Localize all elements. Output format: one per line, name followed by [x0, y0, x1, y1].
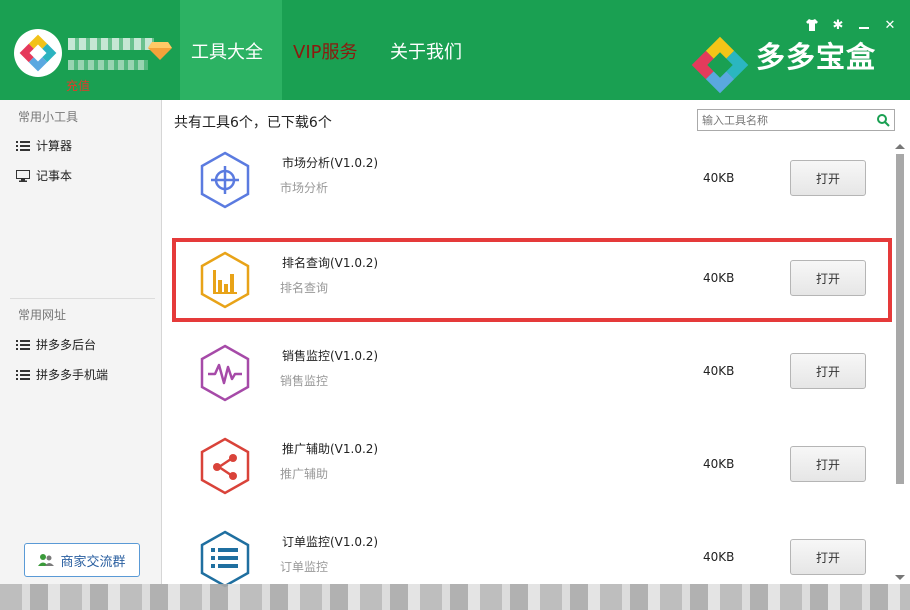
tool-size: 40KB	[703, 271, 735, 285]
tool-name: 订单监控(V1.0.2)	[282, 535, 379, 549]
monitor-icon	[16, 169, 30, 182]
tool-name: 推广辅助(V1.0.2)	[282, 442, 379, 456]
list-icon	[16, 369, 30, 380]
tool-desc: 推广辅助	[280, 467, 329, 481]
tab-tools[interactable]: 工具大全	[191, 38, 263, 64]
open-button[interactable]: 打开	[790, 539, 866, 575]
sidebar: 常用小工具 计算器 记事本 常用网址 拼多多后台 拼多多手机端 商家交流群	[0, 100, 162, 584]
search-input[interactable]	[702, 112, 872, 128]
app-window: 充值 工具大全 VIP服务 关于我们 ✱ ✕ 多多宝盒 常用小工具 计算器 记事…	[0, 0, 910, 610]
tab-about[interactable]: 关于我们	[390, 38, 462, 64]
sidebar-item-pdd-backend[interactable]: 拼多多后台	[16, 336, 96, 353]
tool-row-sales-monitor: 销售监控(V1.0.2) 销售监控 40KB 打开	[176, 335, 888, 411]
tool-count-summary: 共有工具6个，已下载6个	[174, 115, 332, 131]
order-list-icon	[200, 530, 250, 588]
tool-name: 排名查询(V1.0.2)	[282, 256, 379, 270]
users-icon	[38, 554, 55, 566]
tool-name: 销售监控(V1.0.2)	[282, 349, 379, 363]
scroll-down-arrow-icon[interactable]	[895, 575, 905, 580]
sidebar-divider	[10, 298, 155, 299]
sidebar-item-label: 计算器	[36, 139, 73, 153]
taskbar-blurred	[0, 584, 910, 610]
scroll-thumb[interactable]	[896, 154, 904, 484]
brand-name: 多多宝盒	[756, 40, 877, 74]
tool-row-rank-query: 排名查询(V1.0.2) 排名查询 40KB 打开	[172, 238, 892, 322]
open-button[interactable]: 打开	[790, 260, 866, 296]
sidebar-item-label: 拼多多手机端	[36, 368, 109, 382]
sidebar-links-title: 常用网址	[18, 308, 67, 322]
list-icon	[16, 140, 30, 151]
open-button[interactable]: 打开	[790, 446, 866, 482]
close-icon[interactable]: ✕	[882, 18, 898, 34]
user-id-blurred	[68, 60, 148, 70]
vertical-scrollbar[interactable]	[893, 142, 907, 582]
target-icon	[200, 151, 250, 209]
search-box	[697, 109, 895, 131]
merchant-group-label: 商家交流群	[60, 554, 126, 570]
sidebar-item-label: 记事本	[36, 169, 73, 183]
sidebar-tools-title: 常用小工具	[18, 110, 79, 124]
header-bar: 充值 工具大全 VIP服务 关于我们 ✱ ✕ 多多宝盒	[0, 0, 910, 100]
username-blurred	[68, 38, 154, 50]
bar-chart-icon	[200, 251, 250, 309]
brand-logo-icon	[691, 36, 749, 94]
skin-shirt-icon[interactable]	[804, 18, 820, 34]
tool-size: 40KB	[703, 457, 735, 471]
list-icon	[16, 339, 30, 350]
tool-desc: 销售监控	[280, 374, 329, 388]
pulse-icon	[200, 344, 250, 402]
tool-desc: 排名查询	[280, 281, 329, 295]
open-button[interactable]: 打开	[790, 353, 866, 389]
merchant-group-button[interactable]: 商家交流群	[24, 543, 140, 577]
search-icon[interactable]	[876, 113, 890, 127]
recharge-link[interactable]: 充值	[66, 77, 90, 94]
tool-size: 40KB	[703, 364, 735, 378]
sidebar-item-calculator[interactable]: 计算器	[16, 137, 72, 154]
tool-desc: 市场分析	[280, 181, 329, 195]
tool-size: 40KB	[703, 550, 735, 564]
sidebar-item-notepad[interactable]: 记事本	[16, 167, 72, 184]
settings-gear-icon[interactable]: ✱	[830, 18, 846, 34]
share-icon	[200, 437, 250, 495]
tool-desc: 订单监控	[280, 560, 329, 574]
scroll-up-arrow-icon[interactable]	[895, 144, 905, 149]
window-controls: ✱ ✕	[804, 18, 898, 34]
tab-vip[interactable]: VIP服务	[293, 38, 357, 64]
sidebar-item-pdd-mobile[interactable]: 拼多多手机端	[16, 366, 108, 383]
minimize-icon[interactable]	[856, 18, 872, 34]
vip-gem-icon	[148, 42, 172, 60]
sidebar-item-label: 拼多多后台	[36, 338, 97, 352]
tool-row-promotion: 推广辅助(V1.0.2) 推广辅助 40KB 打开	[176, 428, 888, 504]
tool-name: 市场分析(V1.0.2)	[282, 156, 379, 170]
tool-list-panel: 共有工具6个，已下载6个 市场分析(V1.0.2) 市场分析 40KB 打开	[162, 100, 910, 588]
tool-row-market-analysis: 市场分析(V1.0.2) 市场分析 40KB 打开	[176, 142, 888, 218]
tool-size: 40KB	[703, 171, 735, 185]
open-button[interactable]: 打开	[790, 160, 866, 196]
avatar[interactable]	[14, 29, 62, 77]
